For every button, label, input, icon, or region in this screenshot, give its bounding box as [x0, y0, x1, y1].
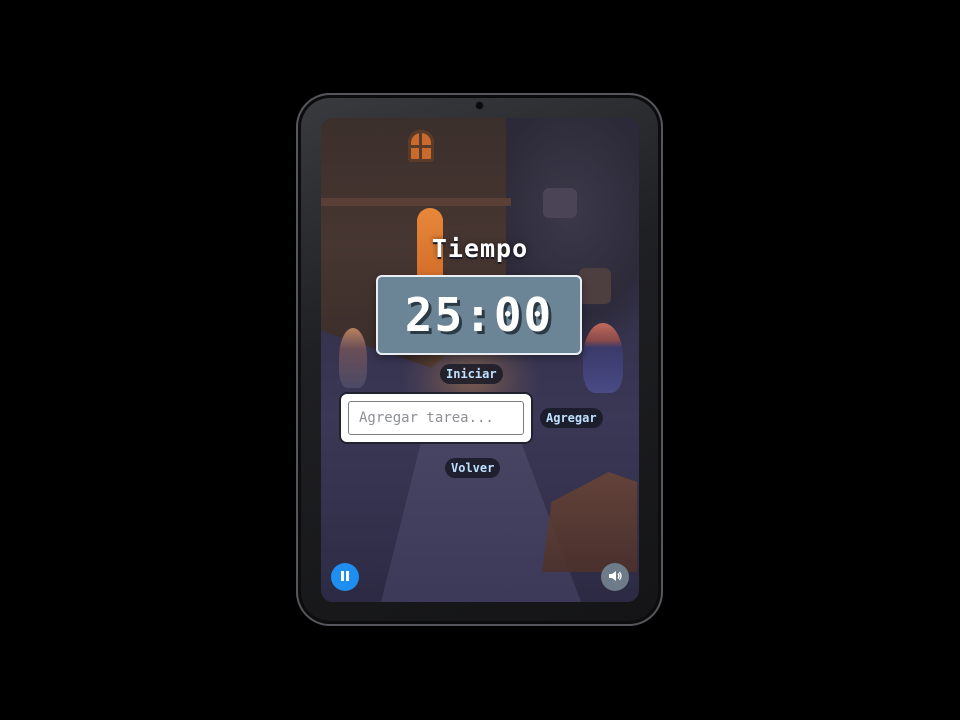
scene-character-left [339, 328, 367, 388]
page-title: Tiempo [431, 234, 529, 263]
add-task-button[interactable]: Agregar [540, 408, 603, 428]
pause-icon [340, 570, 350, 585]
background-scene [321, 118, 639, 602]
back-button[interactable]: Volver [445, 458, 501, 478]
speaker-icon [608, 569, 622, 586]
start-button[interactable]: Iniciar [440, 364, 503, 384]
app-screen: Tiempo 25:00 Iniciar Agregar Volver [321, 118, 639, 602]
tablet-frame: Tiempo 25:00 Iniciar Agregar Volver [296, 93, 663, 626]
camera-icon [476, 102, 483, 109]
sound-button[interactable] [601, 563, 629, 591]
pause-button[interactable] [331, 563, 359, 591]
scene-eave [321, 198, 511, 206]
scene-window [408, 130, 434, 162]
task-input-container [341, 394, 531, 442]
stage: Tiempo 25:00 Iniciar Agregar Volver [0, 0, 960, 720]
scene-barrel [543, 188, 577, 218]
scene-barrel [579, 268, 611, 304]
timer-value: 25:00 [404, 288, 554, 342]
timer-display: 25:00 [376, 275, 582, 355]
task-input[interactable] [348, 401, 524, 435]
scene-character-girl [583, 323, 623, 393]
